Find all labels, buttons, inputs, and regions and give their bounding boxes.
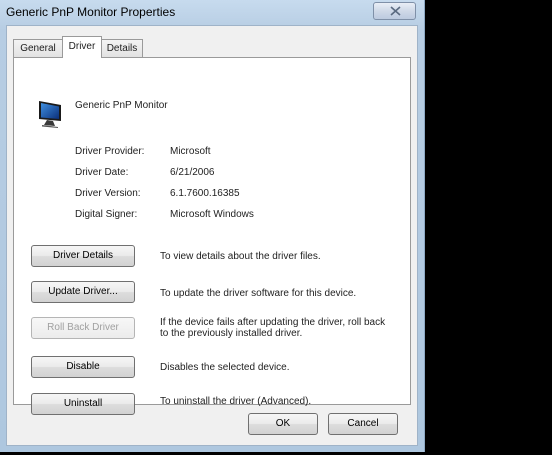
roll-back-description-line-1: If the device fails after updating the d… xyxy=(160,317,386,328)
dialog-client: General Driver Details Generic PnP Monit… xyxy=(6,25,418,446)
roll-back-driver-button[interactable]: Roll Back Driver xyxy=(31,317,135,339)
driver-provider-value: Microsoft xyxy=(170,146,211,157)
driver-version-value: 6.1.7600.16385 xyxy=(170,188,240,199)
digital-signer-label: Digital Signer: xyxy=(75,209,138,220)
driver-version-label: Driver Version: xyxy=(75,188,141,199)
close-icon xyxy=(390,6,401,16)
driver-tab-panel: Generic PnP Monitor Driver Provider: Mic… xyxy=(13,57,411,415)
driver-date-value: 6/21/2006 xyxy=(170,167,215,178)
digital-signer-value: Microsoft Windows xyxy=(170,209,254,220)
tab-driver[interactable]: Driver xyxy=(62,36,102,58)
uninstall-description: To uninstall the driver (Advanced). xyxy=(160,396,312,407)
driver-provider-label: Driver Provider: xyxy=(75,146,145,157)
update-driver-description: To update the driver software for this d… xyxy=(160,288,357,299)
disable-description: Disables the selected device. xyxy=(160,362,290,373)
properties-window: Generic PnP Monitor Properties General D… xyxy=(0,0,425,452)
update-driver-button[interactable]: Update Driver... xyxy=(31,281,135,303)
ok-button[interactable]: OK xyxy=(248,413,318,435)
driver-details-description: To view details about the driver files. xyxy=(160,251,321,262)
close-button[interactable] xyxy=(373,2,416,20)
cancel-button[interactable]: Cancel xyxy=(328,413,398,435)
tab-details[interactable]: Details xyxy=(101,39,143,57)
tab-general[interactable]: General xyxy=(13,39,63,57)
disable-button[interactable]: Disable xyxy=(31,356,135,378)
device-name: Generic PnP Monitor xyxy=(75,100,168,111)
driver-details-button[interactable]: Driver Details xyxy=(31,245,135,267)
title-bar[interactable]: Generic PnP Monitor Properties xyxy=(0,0,424,26)
window-title: Generic PnP Monitor Properties xyxy=(6,5,176,19)
monitor-icon xyxy=(39,101,61,128)
roll-back-description-line-2: to the previously installed driver. xyxy=(160,328,303,339)
driver-date-label: Driver Date: xyxy=(75,167,129,178)
uninstall-button[interactable]: Uninstall xyxy=(31,393,135,415)
